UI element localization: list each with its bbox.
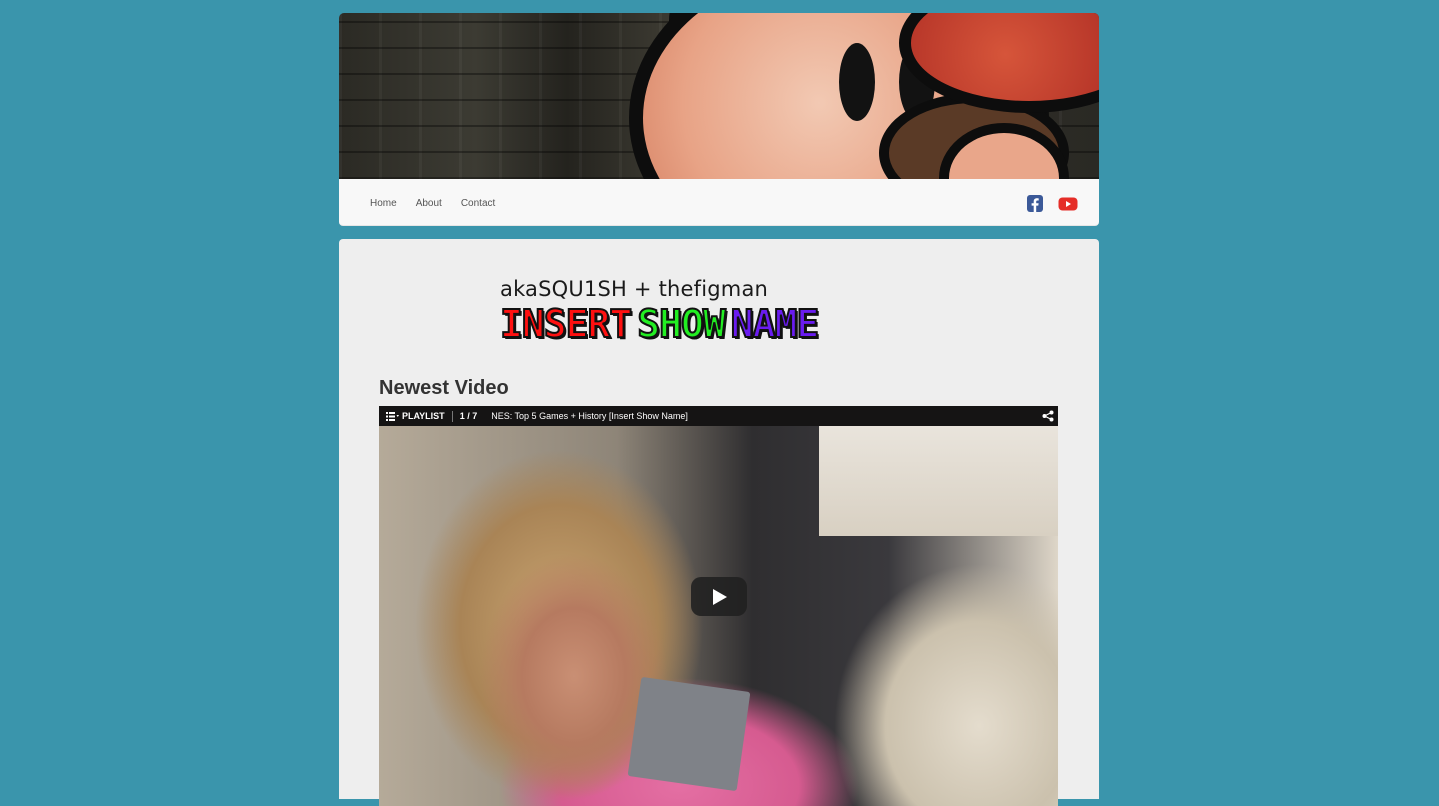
main-content: akaSQU1SH + thefigman INSERT SHOW NAME N…	[339, 239, 1099, 806]
show-subtitle: akaSQU1SH + thefigman	[500, 277, 769, 301]
video-thumbnail-wall	[819, 426, 1058, 536]
video-player[interactable]: PLAYLIST 1 / 7 NES: Top 5 Games + Histor…	[379, 406, 1058, 806]
navbar: Home About Contact	[339, 179, 1099, 226]
youtube-icon	[1058, 197, 1078, 211]
facebook-link[interactable]	[1025, 195, 1045, 213]
share-icon[interactable]	[1042, 410, 1054, 422]
header-banner	[339, 13, 1099, 179]
title-word-show: SHOW	[636, 302, 726, 346]
playlist-button[interactable]: PLAYLIST	[379, 411, 445, 421]
title-word-insert: INSERT	[499, 302, 633, 346]
show-logo: akaSQU1SH + thefigman INSERT SHOW NAME	[499, 277, 970, 347]
video-thumbnail-cartridge	[627, 676, 751, 792]
facebook-icon	[1027, 195, 1043, 212]
video-top-bar: PLAYLIST 1 / 7 NES: Top 5 Games + Histor…	[379, 406, 1058, 426]
show-title: INSERT SHOW NAME	[499, 302, 820, 346]
nav-link-home[interactable]: Home	[370, 198, 397, 210]
youtube-link[interactable]	[1058, 195, 1078, 213]
nav-links: Home About Contact	[370, 198, 514, 210]
section-title: Newest Video	[379, 377, 509, 399]
nav-link-contact[interactable]: Contact	[461, 198, 495, 210]
nav-link-about[interactable]: About	[416, 198, 442, 210]
title-word-name: NAME	[730, 302, 820, 346]
social-links	[1025, 195, 1078, 213]
playlist-icon	[386, 411, 399, 421]
banner-eye-left	[839, 43, 875, 121]
video-title[interactable]: NES: Top 5 Games + History [Insert Show …	[491, 411, 1042, 421]
playlist-label: PLAYLIST	[402, 411, 445, 421]
play-button[interactable]	[691, 577, 747, 616]
playlist-count: 1 / 7	[459, 411, 478, 421]
topbar-divider	[451, 410, 453, 422]
